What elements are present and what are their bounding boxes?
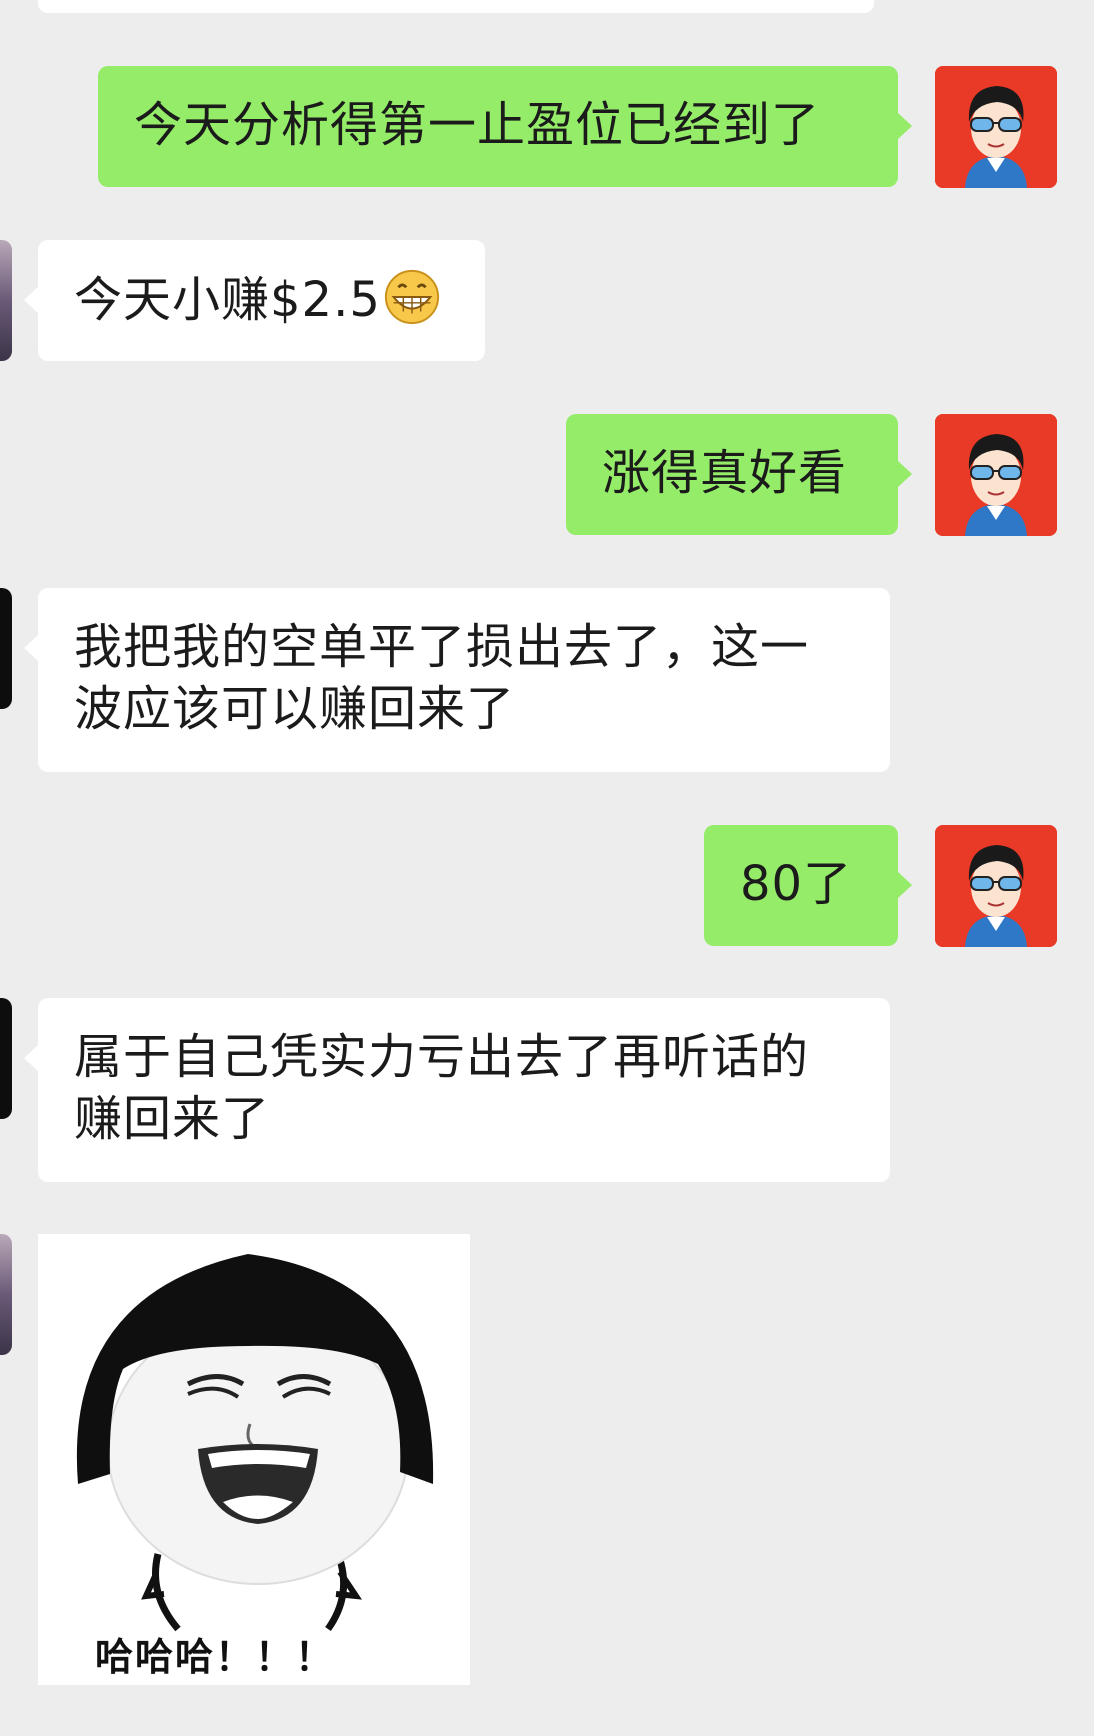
laughing-face-sticker-icon	[38, 1234, 470, 1685]
peer-avatar[interactable]	[0, 1234, 12, 1355]
cartoon-man-avatar-icon	[935, 414, 1057, 536]
message-bubble-incoming[interactable]: 属于自己凭实力亏出去了再听话的 赚回来了	[24, 998, 890, 1182]
message-bubble-outgoing[interactable]: 80了	[704, 825, 912, 946]
previous-message-bubble[interactable]	[38, 0, 874, 13]
message-text: 80了	[740, 856, 853, 912]
message-bubble-outgoing[interactable]: 涨得真好看	[566, 414, 912, 535]
sticker-message[interactable]	[38, 1234, 470, 1685]
peer-avatar[interactable]	[0, 588, 12, 709]
message-bubble-incoming[interactable]: 我把我的空单平了损出去了，这一 波应该可以赚回来了	[24, 588, 890, 772]
message-text: 涨得真好看	[602, 445, 848, 501]
peer-avatar[interactable]	[0, 998, 12, 1119]
chat-window: 今天分析得第一止盈位已经到了 今天小赚$2.5 涨得真好看 我把我的空单平了损出…	[0, 0, 1094, 1736]
message-text: 今天小赚$2.5	[74, 272, 381, 328]
sticker-caption: 哈哈哈！！！	[95, 1635, 336, 1679]
message-text: 我把我的空单平了损出去了，这一 波应该可以赚回来了	[74, 619, 810, 737]
self-avatar[interactable]	[935, 66, 1057, 188]
self-avatar[interactable]	[935, 825, 1057, 947]
message-text: 属于自己凭实力亏出去了再听话的 赚回来了	[74, 1029, 810, 1147]
peer-avatar[interactable]	[0, 240, 12, 361]
self-avatar[interactable]	[935, 414, 1057, 536]
message-bubble-outgoing[interactable]: 今天分析得第一止盈位已经到了	[98, 66, 912, 187]
cartoon-man-avatar-icon	[935, 66, 1057, 188]
message-text: 今天分析得第一止盈位已经到了	[134, 97, 821, 153]
cartoon-man-avatar-icon	[935, 825, 1057, 947]
grinning-face-icon	[384, 269, 439, 325]
message-bubble-incoming[interactable]: 今天小赚$2.5	[24, 240, 485, 361]
